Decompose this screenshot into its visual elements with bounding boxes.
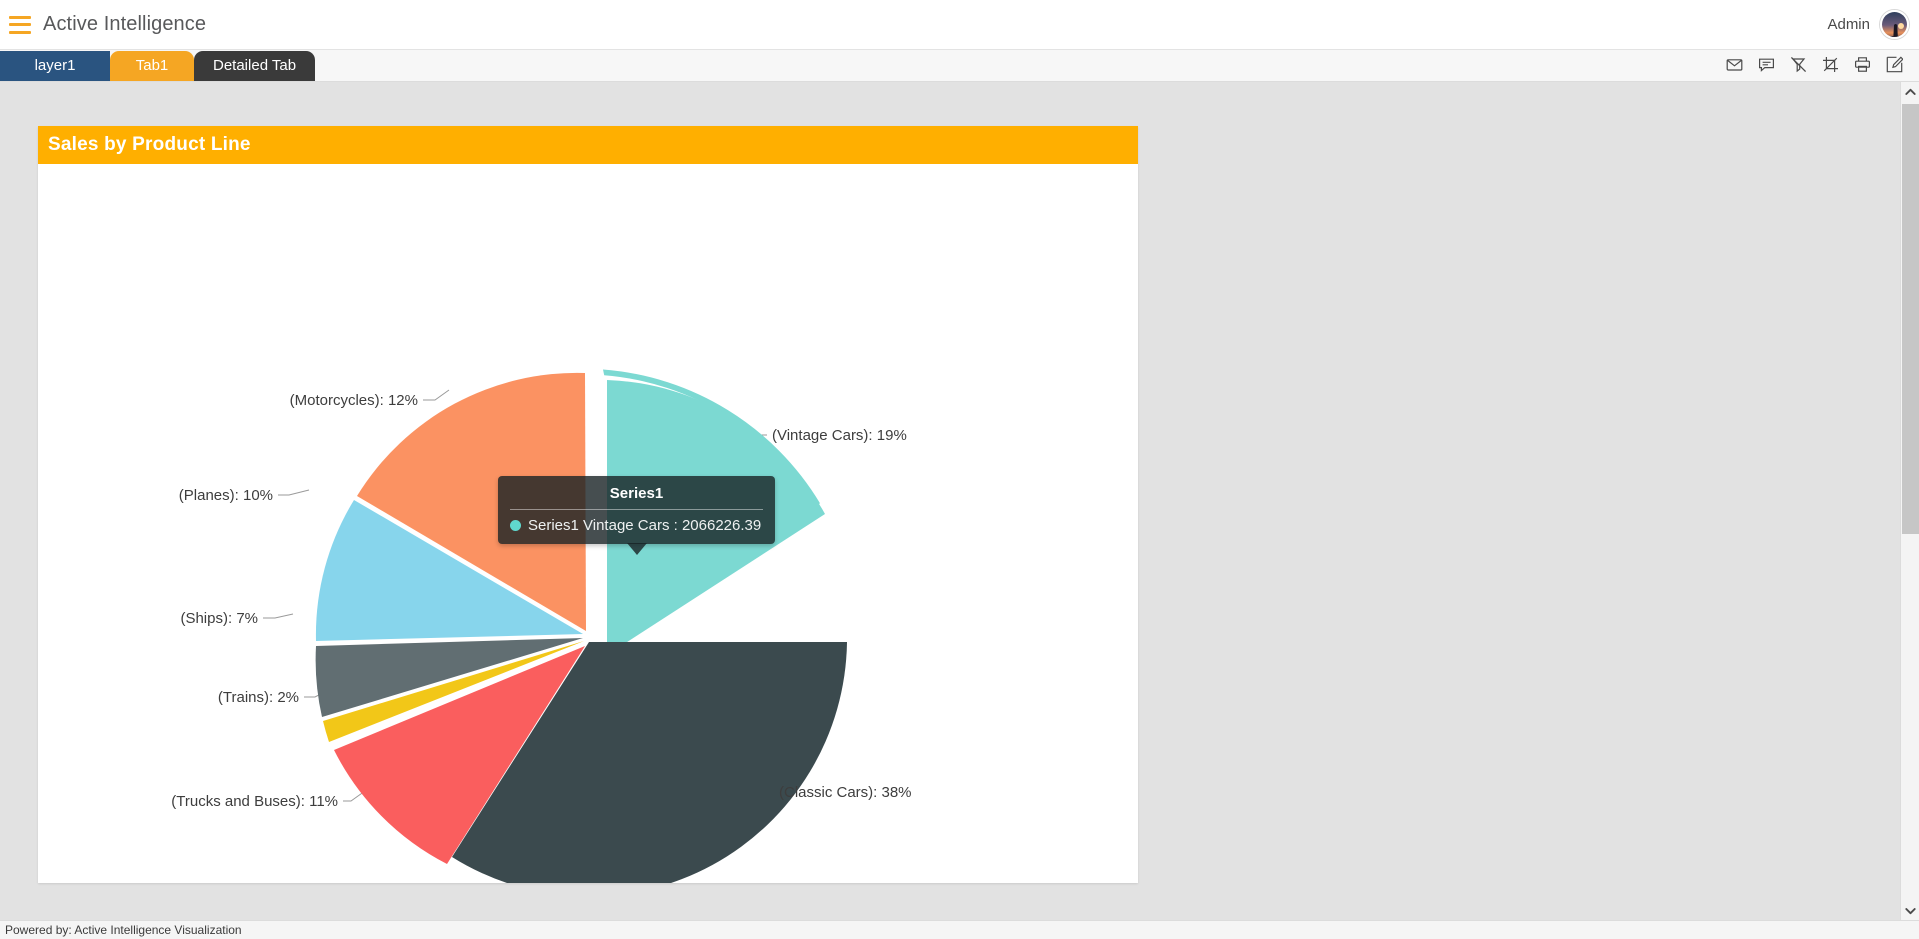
scrollbar-thumb[interactable] (1902, 104, 1919, 534)
label-classic-cars: (Classic Cars): 38% (779, 784, 912, 801)
filter-off-icon[interactable] (1790, 56, 1807, 73)
chevron-down-icon[interactable] (1901, 901, 1919, 920)
tab-detailed-tab[interactable]: Detailed Tab (194, 51, 316, 81)
footer-text: Powered by: Active Intelligence Visualiz… (5, 923, 242, 937)
chart-panel: Sales by Product Line (Vintage Cars): 19… (38, 126, 1138, 883)
footer: Powered by: Active Intelligence Visualiz… (0, 920, 1919, 939)
hamburger-icon[interactable] (9, 15, 31, 34)
page-title: Sales by Product Line (48, 134, 251, 155)
app-header: Active Intelligence Admin (0, 0, 1919, 50)
panel-body: (Vintage Cars): 19% (Classic Cars): 38% … (38, 164, 1138, 883)
label-motorcycles: (Motorcycles): 12% (290, 392, 418, 409)
label-trains: (Trains): 2% (218, 689, 299, 706)
tab-bar: layer1 Tab1 Detailed Tab (0, 50, 1919, 82)
dashboard-canvas: Sales by Product Line (Vintage Cars): 19… (0, 82, 1900, 920)
toolbar (1726, 51, 1903, 81)
vertical-scrollbar[interactable] (1900, 82, 1919, 920)
tab-tab1[interactable]: Tab1 (110, 51, 194, 81)
tab-layer1[interactable]: layer1 (0, 51, 110, 81)
chevron-up-icon[interactable] (1901, 82, 1919, 101)
label-ships: (Ships): 7% (180, 610, 258, 627)
label-planes: (Planes): 10% (179, 487, 273, 504)
label-trucks-and-buses: (Trucks and Buses): 11% (171, 793, 338, 810)
print-icon[interactable] (1854, 56, 1871, 73)
app-title: Active Intelligence (43, 13, 207, 35)
mail-icon[interactable] (1726, 56, 1743, 73)
label-vintage-cars: (Vintage Cars): 19% (772, 427, 907, 444)
slice-vintage-cars[interactable] (603, 369, 825, 656)
avatar[interactable] (1880, 10, 1909, 39)
crop-icon[interactable] (1822, 56, 1839, 73)
header-user-area: Admin (1827, 10, 1909, 39)
admin-label[interactable]: Admin (1827, 16, 1870, 33)
pie-chart[interactable]: (Vintage Cars): 19% (Classic Cars): 38% … (38, 164, 1138, 883)
edit-icon[interactable] (1886, 56, 1903, 73)
pie-slices (315, 369, 847, 883)
comment-icon[interactable] (1758, 56, 1775, 73)
panel-header: Sales by Product Line (38, 126, 1138, 164)
